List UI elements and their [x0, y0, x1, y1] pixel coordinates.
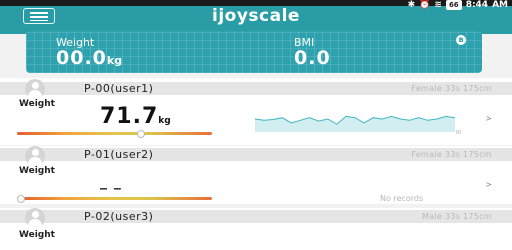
user-card[interactable]: P-01(user2) Female 33s 175cm Weight _ _ …: [0, 146, 512, 217]
wifi-icon: ≋: [434, 0, 442, 10]
bluetooth-status-icon: ✱: [407, 0, 416, 10]
weight-label: Weight: [19, 230, 55, 240]
weight-label: Weight: [19, 99, 55, 109]
avatar: [25, 79, 45, 99]
user-name: P-01(user2): [84, 148, 154, 161]
measurement-panel: Weight 00.0kg BMI 0.0 ʙ: [26, 31, 482, 73]
bmi-scale-bar: [17, 195, 212, 203]
weight-value: _ _: [100, 174, 122, 190]
user-name: P-02(user3): [84, 210, 154, 223]
weight-label: Weight: [19, 166, 55, 176]
chart-unit-label: In: [456, 129, 462, 136]
chevron-right-icon[interactable]: >: [485, 114, 492, 123]
panel-weight-unit: kg: [106, 54, 123, 67]
weight-value: 71.7kg: [100, 104, 171, 129]
user-info: Male 33s 175cm: [421, 212, 492, 221]
chevron-right-icon[interactable]: >: [485, 180, 492, 189]
user-card[interactable]: P-02(user3) Male 33s 175cm Weight: [0, 208, 512, 250]
status-bar: ✱ ⏰ ≋ 66 8:44 AM: [0, 0, 512, 10]
avatar: [25, 146, 45, 166]
page-indicator: [242, 142, 272, 157]
user-card[interactable]: P-00(user1) Female 33s 175cm Weight 71.7…: [0, 78, 512, 157]
notification-icon: [4, 0, 16, 10]
weight-unit: kg: [158, 116, 171, 126]
bluetooth-icon[interactable]: ʙ: [456, 35, 466, 45]
battery-level: 66: [445, 0, 462, 10]
user-info: Female 33s 175cm: [411, 84, 492, 93]
panel-weight-value: 00.0kg: [56, 47, 123, 69]
alarm-icon: ⏰: [419, 0, 431, 10]
clock-ampm: AM: [492, 0, 508, 10]
page-indicator: [242, 202, 272, 217]
user-name: P-00(user1): [84, 82, 154, 95]
weight-trend-chart: [255, 115, 455, 132]
avatar: [25, 208, 45, 228]
panel-bmi-value: 0.0: [294, 47, 331, 69]
bmi-scale-marker: [137, 130, 145, 138]
user-info: Female 33s 175cm: [411, 150, 492, 159]
bmi-scale-marker: [17, 195, 25, 203]
no-records-text: No records: [380, 194, 424, 203]
clock-time: 8:44: [465, 0, 489, 10]
bmi-scale-bar: [17, 130, 212, 138]
